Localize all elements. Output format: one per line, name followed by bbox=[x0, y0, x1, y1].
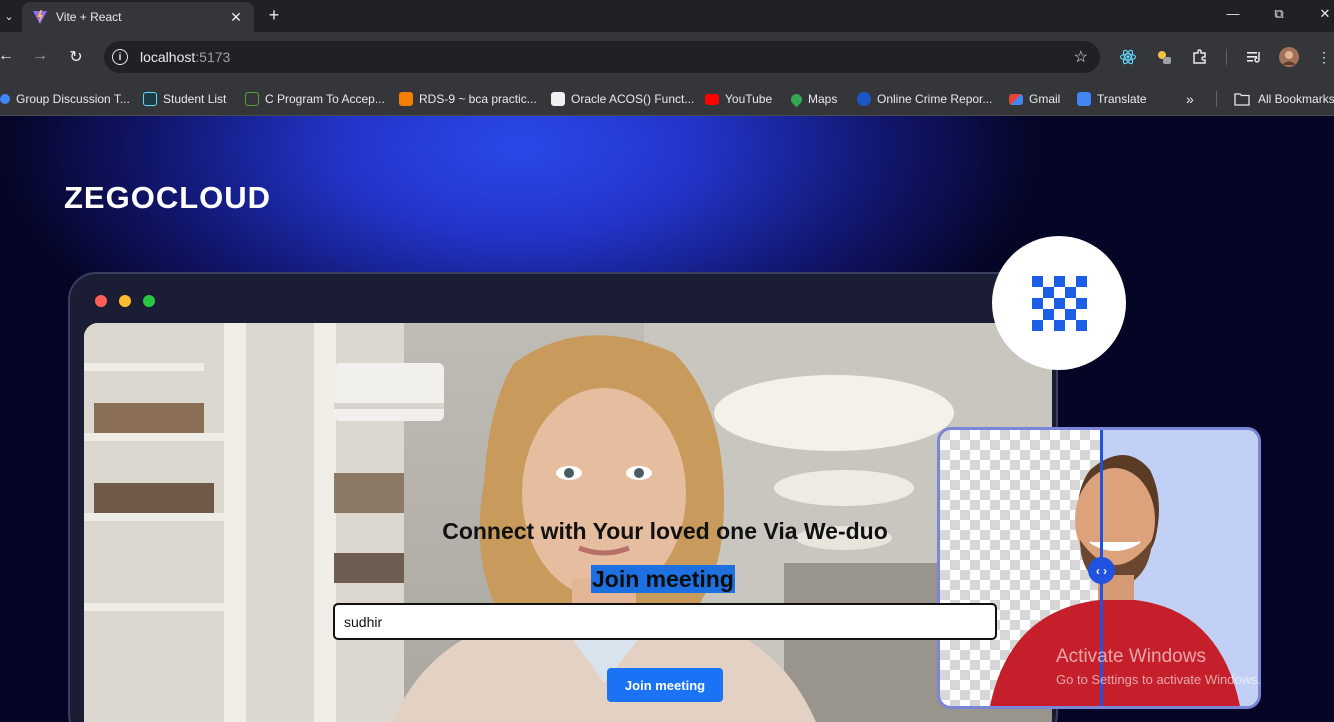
bookmark-item[interactable]: Group Discussion T... bbox=[0, 88, 130, 110]
bookmark-item[interactable]: YouTube bbox=[705, 88, 772, 110]
address-url: localhost:5173 bbox=[140, 49, 231, 65]
bookmark-item[interactable]: Translate bbox=[1077, 88, 1147, 110]
maps-pin-icon bbox=[788, 91, 805, 107]
pattern-logo-badge bbox=[992, 236, 1126, 370]
close-tab-icon[interactable]: ✕ bbox=[226, 9, 246, 26]
vite-icon bbox=[33, 10, 47, 24]
extensions-puzzle-icon[interactable] bbox=[1190, 47, 1210, 67]
windows-activation-watermark: Activate Windows Go to Settings to activ… bbox=[1056, 646, 1261, 687]
w3-icon bbox=[551, 92, 565, 106]
reload-button[interactable]: ↻ bbox=[66, 47, 86, 67]
window-minimize-dot bbox=[119, 295, 131, 307]
chevron-down-icon: ⌄ bbox=[4, 10, 14, 23]
window-maximize-dot bbox=[143, 295, 155, 307]
tab-strip: ⌄ Vite + React ✕ + — ⧉ ✕ bbox=[0, 0, 1334, 32]
address-bar[interactable]: i localhost:5173 ☆ bbox=[104, 41, 1100, 73]
blogger-icon bbox=[399, 92, 413, 106]
back-button[interactable]: ← bbox=[0, 47, 16, 65]
media-controls-icon[interactable] bbox=[1244, 47, 1264, 67]
restore-button[interactable]: ⧉ bbox=[1264, 6, 1294, 22]
close-window-button[interactable]: ✕ bbox=[1310, 6, 1334, 22]
gmail-icon bbox=[1009, 93, 1023, 105]
bookmark-star-icon[interactable]: ☆ bbox=[1074, 47, 1088, 67]
tab-title: Vite + React bbox=[56, 10, 122, 24]
page-viewport: ZEGOCLOUD ‹ › Connect with Your loved on… bbox=[0, 116, 1334, 722]
compare-slider-handle[interactable]: ‹ › bbox=[1088, 557, 1115, 584]
extension-icon[interactable] bbox=[1154, 47, 1174, 67]
join-meeting-heading: Join meeting bbox=[591, 565, 735, 593]
emblem-icon bbox=[857, 92, 871, 106]
bookmarks-bar: Group Discussion T... Student List C Pro… bbox=[0, 82, 1334, 116]
watermark-title: Activate Windows bbox=[1056, 646, 1206, 667]
zegocloud-logo: ZEGOCLOUD bbox=[64, 180, 272, 215]
bookmark-item[interactable]: Online Crime Repor... bbox=[857, 88, 992, 110]
folder-icon bbox=[1234, 93, 1250, 106]
join-meeting-button[interactable]: Join meeting bbox=[607, 668, 723, 702]
profile-avatar[interactable] bbox=[1279, 47, 1299, 67]
bookmark-item[interactable]: C Program To Accep... bbox=[245, 88, 385, 110]
new-tab-button[interactable]: + bbox=[264, 6, 284, 26]
code-icon bbox=[245, 92, 259, 106]
chevron-left-right-icon: ‹ › bbox=[1095, 563, 1108, 578]
window-close-dot bbox=[95, 295, 107, 307]
site-info-icon[interactable]: i bbox=[112, 49, 128, 65]
react-icon bbox=[143, 92, 157, 106]
minimize-button[interactable]: — bbox=[1218, 6, 1248, 21]
react-devtools-icon[interactable] bbox=[1118, 47, 1138, 67]
bookmarks-divider bbox=[1216, 91, 1217, 107]
browser-toolbar: ← → ↻ i localhost:5173 ☆ ⋮ bbox=[0, 32, 1334, 82]
bookmark-item[interactable]: Maps bbox=[788, 88, 837, 110]
forward-button[interactable]: → bbox=[30, 47, 50, 65]
bookmark-item[interactable]: Student List bbox=[143, 88, 226, 110]
all-bookmarks-button[interactable]: All Bookmarks bbox=[1234, 88, 1334, 110]
bookmark-item[interactable]: Gmail bbox=[1009, 88, 1060, 110]
more-bookmarks-button[interactable]: » bbox=[1186, 88, 1194, 110]
bookmark-item[interactable]: RDS-9 ~ bca practic... bbox=[399, 88, 537, 110]
translate-icon bbox=[1077, 92, 1091, 106]
more-menu-icon[interactable]: ⋮ bbox=[1314, 47, 1334, 67]
double-chevron-right-icon: » bbox=[1186, 91, 1194, 107]
watermark-subtitle: Go to Settings to activate Windows. bbox=[1056, 672, 1262, 687]
name-input[interactable] bbox=[333, 603, 997, 640]
page-headline: Connect with Your loved one Via We-duo bbox=[442, 518, 888, 544]
checker-logo-icon bbox=[1032, 276, 1087, 331]
browser-tab[interactable]: Vite + React ✕ bbox=[22, 2, 254, 32]
toolbar-divider bbox=[1226, 49, 1227, 65]
tab-search-button[interactable]: ⌄ bbox=[0, 4, 18, 28]
bookmark-item[interactable]: Oracle ACOS() Funct... bbox=[551, 88, 694, 110]
youtube-icon bbox=[705, 93, 719, 105]
google-icon bbox=[0, 94, 10, 104]
